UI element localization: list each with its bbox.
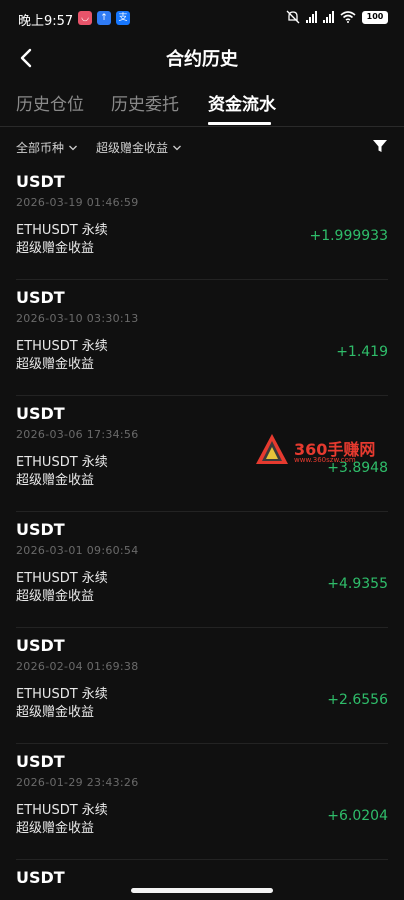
watermark-triangle-icon [256, 434, 288, 464]
chevron-down-icon [69, 145, 77, 150]
currency-filter-dropdown[interactable]: 全部币种 [16, 139, 78, 156]
battery-icon: 100 [362, 10, 388, 24]
status-bar: 晚上9:57 ◡ ↑ 支 100 [0, 0, 404, 36]
record-amount: +4.9355 [327, 576, 388, 592]
record-time: 2026-03-06 17:34:56 [16, 428, 139, 441]
record-time: 2026-03-01 09:60:54 [16, 544, 139, 557]
record-coin: USDT [16, 520, 65, 539]
record-coin: USDT [16, 636, 65, 655]
watermark-url: www.360szw.com [294, 456, 356, 464]
list-item[interactable]: USDT 2026-03-01 09:60:54 ETHUSDT 永续 超级赠金… [16, 512, 388, 628]
record-time: 2026-02-04 01:69:38 [16, 660, 139, 673]
funnel-icon[interactable] [372, 138, 388, 154]
mute-icon [286, 10, 300, 24]
app-icon-2: ↑ [97, 11, 111, 25]
signal-icon-2 [323, 11, 334, 23]
app-icon-3: 支 [116, 11, 130, 25]
record-coin: USDT [16, 752, 65, 771]
record-coin: USDT [16, 172, 65, 191]
record-coin: USDT [16, 288, 65, 307]
page-title: 合约历史 [166, 49, 238, 70]
record-type: 超级赠金收益 [16, 705, 95, 720]
record-amount: +6.0204 [327, 808, 388, 824]
record-pair: ETHUSDT 永续 [16, 803, 108, 818]
record-type: 超级赠金收益 [16, 589, 95, 604]
record-type: 超级赠金收益 [16, 241, 95, 256]
tab-bar: 历史仓位 历史委托 资金流水 [0, 84, 404, 126]
record-amount: +2.6556 [327, 692, 388, 708]
record-pair: ETHUSDT 永续 [16, 571, 108, 586]
tab-history-positions[interactable]: 历史仓位 [16, 90, 84, 115]
list-item[interactable]: USDT 2026-03-10 03:30:13 ETHUSDT 永续 超级赠金… [16, 280, 388, 396]
nav-bar: 合约历史 [0, 36, 404, 80]
record-pair: ETHUSDT 永续 [16, 339, 108, 354]
status-app-icons: ◡ ↑ 支 [78, 11, 130, 25]
currency-filter-label: 全部币种 [16, 141, 65, 155]
wifi-icon [340, 11, 356, 23]
chevron-down-icon [173, 145, 181, 150]
signal-icon-1 [306, 11, 317, 23]
record-coin: USDT [16, 404, 65, 423]
record-time: 2026-03-19 01:46:59 [16, 196, 139, 209]
record-type: 超级赠金收益 [16, 473, 95, 488]
record-type: 超级赠金收益 [16, 821, 95, 836]
record-time: 2026-03-10 03:30:13 [16, 312, 139, 325]
list-item[interactable]: USDT 2026-02-04 01:69:38 ETHUSDT 永续 超级赠金… [16, 628, 388, 744]
record-time: 2026-01-29 23:43:26 [16, 776, 139, 789]
list-item[interactable]: USDT 2026-03-19 01:46:59 ETHUSDT 永续 超级赠金… [16, 164, 388, 280]
record-coin: USDT [16, 868, 65, 887]
record-pair: ETHUSDT 永续 [16, 687, 108, 702]
tabs-divider [0, 126, 404, 127]
watermark-logo: 360手赚网 www.360szw.com [254, 432, 394, 472]
tab-fund-flow[interactable]: 资金流水 [208, 90, 276, 115]
record-pair: ETHUSDT 永续 [16, 455, 108, 470]
type-filter-label: 超级赠金收益 [96, 141, 169, 155]
record-amount: +1.419 [336, 344, 388, 360]
list-item[interactable]: USDT [16, 860, 388, 900]
fund-flow-list: USDT 2026-03-19 01:46:59 ETHUSDT 永续 超级赠金… [0, 164, 404, 900]
tab-history-orders[interactable]: 历史委托 [111, 90, 179, 115]
active-tab-indicator [208, 122, 271, 125]
app-icon-1: ◡ [78, 11, 92, 25]
record-type: 超级赠金收益 [16, 357, 95, 372]
list-item[interactable]: USDT 2026-01-29 23:43:26 ETHUSDT 永续 超级赠金… [16, 744, 388, 860]
status-indicators: 100 [286, 10, 388, 24]
filter-bar: 全部币种 超级赠金收益 [0, 136, 404, 160]
type-filter-dropdown[interactable]: 超级赠金收益 [96, 139, 182, 156]
status-time: 晚上9:57 [18, 14, 74, 29]
screen: 晚上9:57 ◡ ↑ 支 100 合约历史 历史仓位 历史委托 资金流水 全部币… [0, 0, 404, 900]
home-indicator[interactable] [131, 888, 273, 893]
record-pair: ETHUSDT 永续 [16, 223, 108, 238]
record-amount: +1.999933 [309, 228, 388, 244]
